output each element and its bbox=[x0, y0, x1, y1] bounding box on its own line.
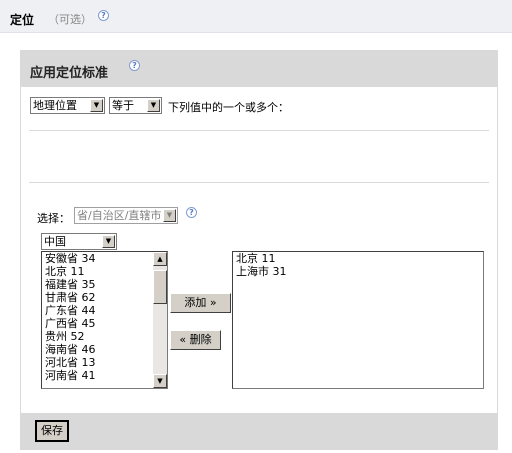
divider bbox=[29, 130, 489, 131]
country-select-value: 中国 bbox=[44, 235, 66, 248]
list-item[interactable]: 北京 11 bbox=[233, 252, 483, 265]
list-item[interactable]: 上海市 31 bbox=[233, 265, 483, 278]
available-locations-list[interactable]: 安徽省 34 北京 11 福建省 35 甘肃省 62 广东省 44 广西省 45 贵州 52… bbox=[41, 251, 168, 389]
list-item[interactable]: 河北省 13 bbox=[42, 356, 167, 369]
scrollbar[interactable]: ▲ ▼ bbox=[153, 252, 167, 388]
panel-footer: 保存 bbox=[21, 413, 497, 449]
chevron-down-icon: ▼ bbox=[147, 99, 160, 112]
remove-button[interactable]: « 删除 bbox=[170, 330, 221, 350]
divider bbox=[29, 182, 489, 183]
panel-title: 应用定位标准 bbox=[30, 66, 109, 81]
chevron-down-icon: ▼ bbox=[157, 377, 163, 385]
targeting-panel: 应用定位标准 ? 地理位置 ▼ 等于 ▼ 下列值中的一个或多个： 选择： 省/自… bbox=[20, 50, 498, 450]
list-item[interactable]: 安徽省 34 bbox=[42, 252, 167, 265]
list-item[interactable]: 海南省 46 bbox=[42, 343, 167, 356]
country-select[interactable]: 中国 ▼ bbox=[41, 233, 117, 250]
top-bar: 定位 （可选） ? bbox=[0, 0, 512, 33]
list-item[interactable]: 河南省 41 bbox=[42, 369, 167, 382]
available-items: 安徽省 34 北京 11 福建省 35 甘肃省 62 广东省 44 广西省 45 贵州 52… bbox=[42, 252, 167, 382]
add-button[interactable]: 添加 » bbox=[170, 293, 231, 313]
help-icon[interactable]: ? bbox=[98, 10, 109, 21]
help-icon[interactable]: ? bbox=[186, 207, 197, 218]
selected-items: 北京 11 上海市 31 bbox=[233, 252, 483, 278]
panel-header: 应用定位标准 ? bbox=[21, 51, 497, 87]
operator-select-value: 等于 bbox=[112, 99, 134, 112]
scroll-up-button[interactable]: ▲ bbox=[153, 252, 167, 266]
list-item[interactable]: 甘肃省 62 bbox=[42, 291, 167, 304]
list-item[interactable]: 福建省 35 bbox=[42, 278, 167, 291]
criteria-suffix: 下列值中的一个或多个： bbox=[168, 101, 289, 114]
help-icon[interactable]: ? bbox=[129, 60, 140, 71]
chevron-down-icon: ▼ bbox=[102, 235, 115, 248]
field-select-value: 地理位置 bbox=[33, 99, 77, 112]
chevron-up-icon: ▲ bbox=[157, 255, 163, 263]
select-label: 选择： bbox=[37, 212, 70, 225]
chevron-down-icon: ▼ bbox=[163, 209, 176, 222]
list-item[interactable]: 广西省 45 bbox=[42, 317, 167, 330]
chevron-down-icon: ▼ bbox=[90, 99, 103, 112]
optional-label: （可选） bbox=[48, 13, 92, 26]
field-select[interactable]: 地理位置 ▼ bbox=[30, 97, 105, 114]
scroll-down-button[interactable]: ▼ bbox=[153, 374, 167, 388]
level-select[interactable]: 省/自治区/直辖市 ▼ bbox=[74, 207, 178, 224]
list-item[interactable]: 北京 11 bbox=[42, 265, 167, 278]
scroll-thumb[interactable] bbox=[153, 270, 167, 304]
section-title: 定位 bbox=[10, 13, 35, 27]
save-button[interactable]: 保存 bbox=[35, 420, 69, 442]
operator-select[interactable]: 等于 ▼ bbox=[109, 97, 162, 114]
selected-locations-list[interactable]: 北京 11 上海市 31 bbox=[232, 251, 484, 389]
level-select-value: 省/自治区/直辖市 bbox=[77, 209, 162, 222]
list-item[interactable]: 广东省 44 bbox=[42, 304, 167, 317]
list-item[interactable]: 贵州 52 bbox=[42, 330, 167, 343]
